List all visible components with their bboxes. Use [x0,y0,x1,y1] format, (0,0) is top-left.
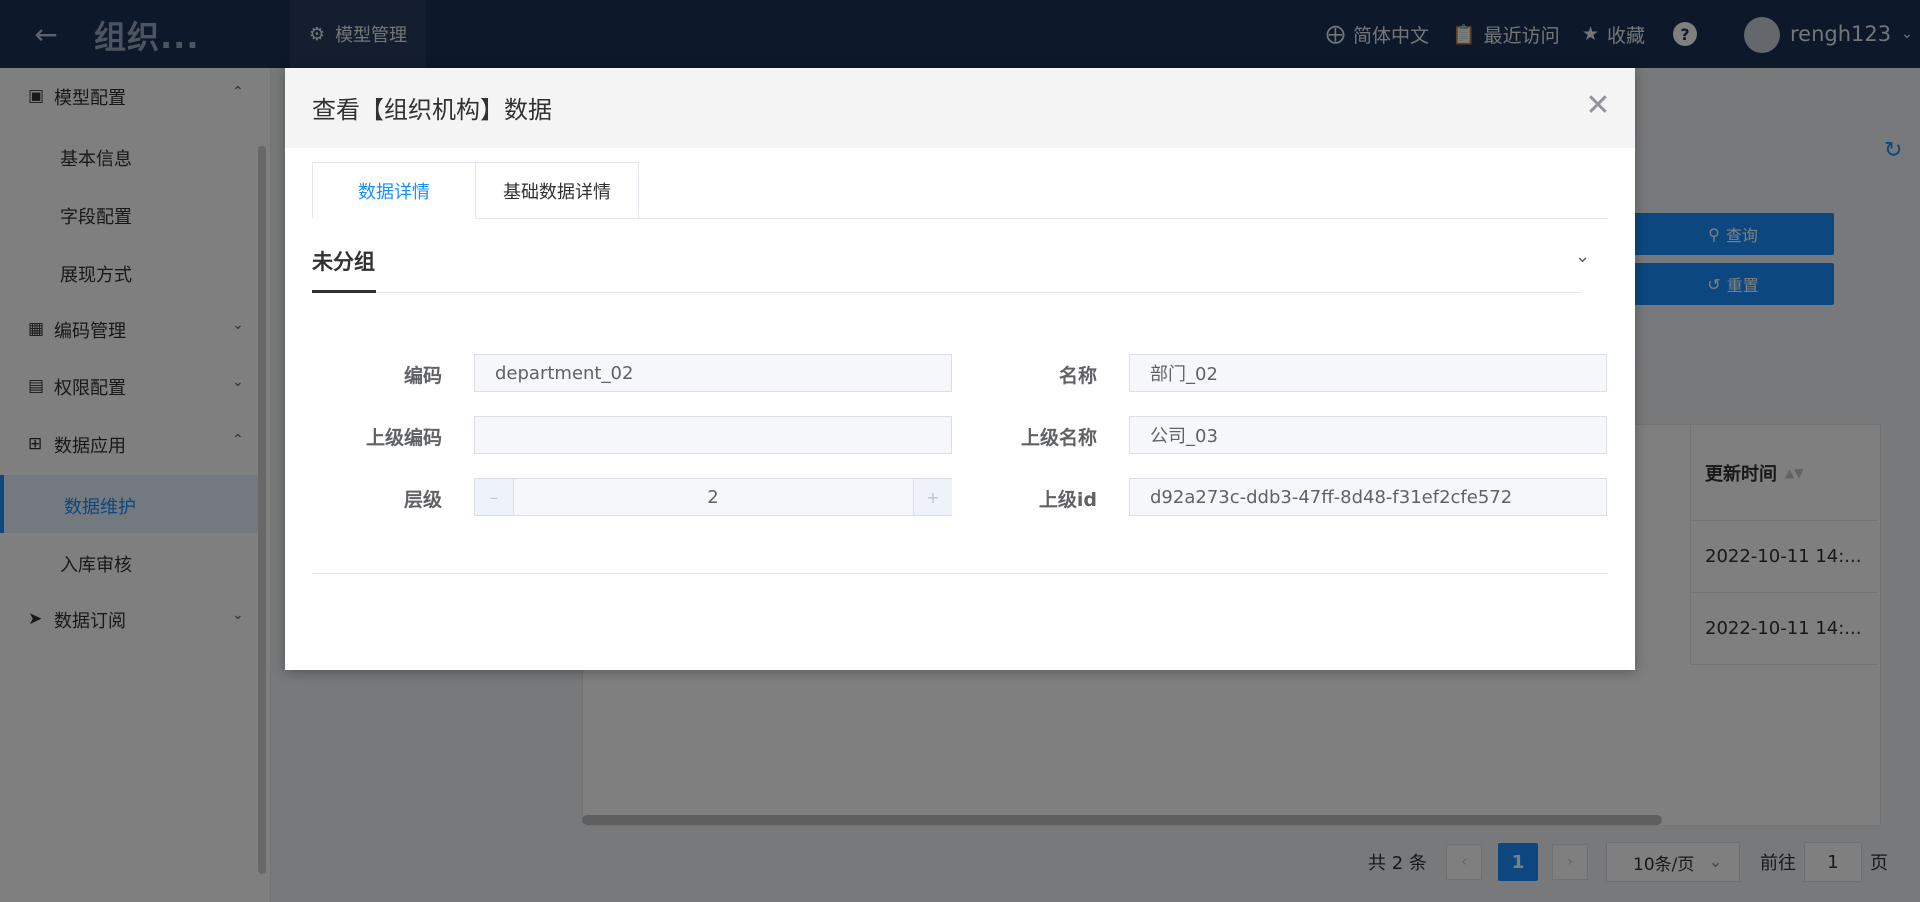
field-label-parent-id: 上级id [1038,489,1097,511]
parent-id-field[interactable]: d92a273c-ddb3-47ff-8d48-f31ef2cfe572 [1129,478,1607,516]
group-active-underline [312,290,376,293]
dialog-footer-divider [312,573,1608,574]
field-label-code: 编码 [403,365,442,387]
increment-button[interactable]: + [913,479,952,515]
view-data-dialog: 查看【组织机构】数据 ✕ 数据详情 基础数据详情 未分组 ⌄ 编码 depart… [285,68,1635,670]
level-stepper: – 2 + [474,478,952,516]
group-divider [312,292,1582,293]
tab-data-details[interactable]: 数据详情 [312,162,476,219]
field-label-level: 层级 [403,489,442,511]
close-icon[interactable]: ✕ [1583,88,1613,123]
dialog-header: 查看【组织机构】数据 ✕ [285,68,1635,148]
dialog-title: 查看【组织机构】数据 [312,96,552,124]
parent-code-field[interactable] [474,416,952,454]
parent-name-field[interactable]: 公司_03 [1129,416,1607,454]
field-label-parent-name: 上级名称 [1020,427,1097,449]
field-label-parent-code: 上级编码 [365,427,442,449]
dialog-tabs: 数据详情 基础数据详情 [312,162,1608,219]
decrement-button[interactable]: – [475,479,514,515]
chevron-down-icon[interactable]: ⌄ [1575,246,1590,267]
tab-base-data-details[interactable]: 基础数据详情 [475,162,639,218]
code-field[interactable]: department_02 [474,354,952,392]
name-field[interactable]: 部门_02 [1129,354,1607,392]
level-value[interactable]: 2 [513,479,913,515]
field-label-name: 名称 [1058,365,1097,387]
group-title[interactable]: 未分组 [312,246,375,276]
